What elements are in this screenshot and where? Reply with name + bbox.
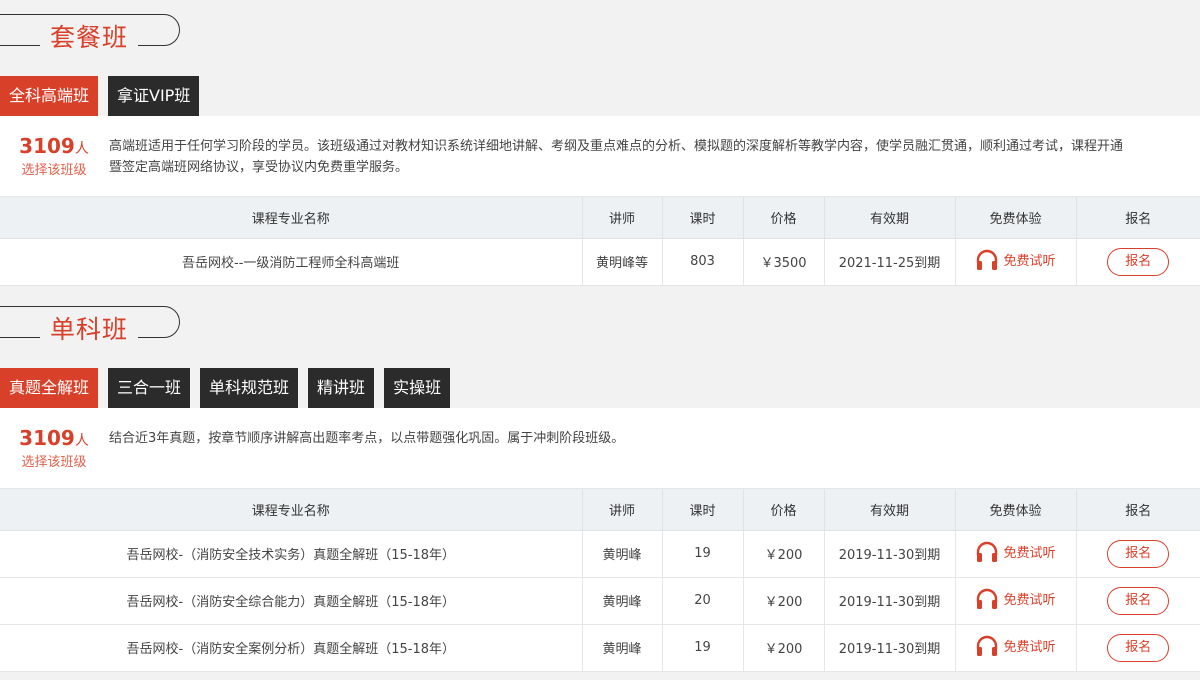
col-header-hours: 课时 [662, 489, 744, 531]
enroll-count-unit: 人 [74, 433, 89, 449]
headphones-icon [977, 635, 998, 656]
col-header-hours: 课时 [662, 197, 744, 239]
class-description: 结合近3年真题，按章节顺序讲解高出题率考点，以点带题强化巩固。属于冲刺阶段班级。 [109, 431, 625, 446]
course-validity: 2019-11-30到期 [824, 577, 956, 625]
course-teacher: 黄明峰等 [582, 238, 663, 286]
course-price: ￥3500 [743, 238, 825, 286]
signup-button[interactable]: 报名 [1107, 586, 1170, 615]
signup-cell: 报名 [1076, 238, 1200, 286]
col-header-teacher: 讲师 [582, 489, 663, 531]
course-name: 吾岳网校-（消防安全案例分析）真题全解班（15-18年） [0, 624, 583, 672]
signup-button[interactable]: 报名 [1107, 633, 1170, 662]
col-header-trial: 免费体验 [955, 489, 1077, 531]
course-validity: 2021-11-25到期 [824, 238, 956, 286]
course-validity: 2019-11-30到期 [824, 624, 956, 672]
class-intro: 3109人 选择该班级 高端班适用于任何学习阶段的学员。该班级通过对教材知识系统… [0, 116, 1200, 197]
table-row: 吾岳网校-（消防安全综合能力）真题全解班（15-18年） 黄明峰 20 ￥200… [0, 577, 1200, 625]
col-header-price: 价格 [743, 197, 825, 239]
signup-button[interactable]: 报名 [1107, 539, 1170, 568]
tab-three-in-one[interactable]: 三合一班 [108, 368, 191, 408]
free-trial-link[interactable]: 免费试听 [975, 249, 1056, 271]
course-price: ￥200 [743, 577, 825, 625]
course-hours: 20 [662, 577, 744, 625]
package-panel: 3109人 选择该班级 高端班适用于任何学习阶段的学员。该班级通过对教材知识系统… [0, 116, 1200, 286]
package-tabs: 全科高端班 拿证VIP班 [0, 76, 209, 116]
course-price: ￥200 [743, 530, 825, 578]
course-name: 吾岳网校-（消防安全技术实务）真题全解班（15-18年） [0, 530, 583, 578]
free-trial-link[interactable]: 免费试听 [975, 588, 1056, 610]
tab-vip[interactable]: 拿证VIP班 [108, 76, 200, 116]
table-row: 吾岳网校-（消防安全技术实务）真题全解班（15-18年） 黄明峰 19 ￥200… [0, 530, 1200, 578]
free-trial-label: 免费试听 [1003, 640, 1056, 655]
trial-cell: 免费试听 [955, 577, 1077, 625]
course-teacher: 黄明峰 [582, 624, 663, 672]
col-header-price: 价格 [743, 489, 825, 531]
course-teacher: 黄明峰 [582, 577, 663, 625]
col-header-teacher: 讲师 [582, 197, 663, 239]
tab-single-standard[interactable]: 单科规范班 [200, 368, 299, 408]
signup-button[interactable]: 报名 [1107, 247, 1170, 276]
section-title: 单科班 [40, 312, 139, 348]
signup-cell: 报名 [1076, 624, 1200, 672]
tab-intensive[interactable]: 精讲班 [308, 368, 375, 408]
trial-cell: 免费试听 [955, 238, 1077, 286]
class-description: 高端班适用于任何学习阶段的学员。该班级通过对教材知识系统详细地讲解、考纲及重点难… [109, 139, 1124, 175]
tab-practical[interactable]: 实操班 [384, 368, 451, 408]
trial-cell: 免费试听 [955, 530, 1077, 578]
tab-exam-analysis[interactable]: 真题全解班 [0, 368, 99, 408]
enroll-count: 3109人 选择该班级 [0, 134, 108, 178]
headphones-icon [977, 541, 998, 562]
course-price: ￥200 [743, 624, 825, 672]
enroll-count: 3109人 选择该班级 [0, 426, 108, 470]
section-header-package: 套餐班 [0, 14, 180, 56]
table-header-row: 课程专业名称 讲师 课时 价格 有效期 免费体验 报名 [0, 197, 1200, 239]
course-hours: 803 [662, 238, 744, 286]
enroll-count-label: 选择该班级 [21, 455, 87, 470]
course-validity: 2019-11-30到期 [824, 530, 956, 578]
trial-cell: 免费试听 [955, 624, 1077, 672]
free-trial-link[interactable]: 免费试听 [975, 541, 1056, 563]
free-trial-label: 免费试听 [1003, 254, 1056, 269]
course-name: 吾岳网校--一级消防工程师全科高端班 [0, 238, 583, 286]
signup-cell: 报名 [1076, 530, 1200, 578]
free-trial-link[interactable]: 免费试听 [975, 635, 1056, 657]
col-header-signup: 报名 [1076, 489, 1200, 531]
single-tabs: 真题全解班 三合一班 单科规范班 精讲班 实操班 [0, 368, 460, 408]
table-row: 吾岳网校--一级消防工程师全科高端班 黄明峰等 803 ￥3500 2021-1… [0, 238, 1200, 286]
table-header-row: 课程专业名称 讲师 课时 价格 有效期 免费体验 报名 [0, 489, 1200, 531]
table-row: 吾岳网校-（消防安全案例分析）真题全解班（15-18年） 黄明峰 19 ￥200… [0, 624, 1200, 672]
enroll-count-number: 3109 [19, 426, 75, 450]
col-header-name: 课程专业名称 [0, 489, 583, 531]
class-intro: 3109人 选择该班级 结合近3年真题，按章节顺序讲解高出题率考点，以点带题强化… [0, 408, 1200, 489]
free-trial-label: 免费试听 [1003, 593, 1056, 608]
section-header-single: 单科班 [0, 306, 180, 348]
course-table: 课程专业名称 讲师 课时 价格 有效期 免费体验 报名 吾岳网校-（消防安全技术… [0, 489, 1200, 672]
enroll-count-unit: 人 [74, 141, 89, 157]
course-table: 课程专业名称 讲师 课时 价格 有效期 免费体验 报名 吾岳网校--一级消防工程… [0, 197, 1200, 286]
signup-cell: 报名 [1076, 577, 1200, 625]
headphones-icon [977, 588, 998, 609]
single-panel: 3109人 选择该班级 结合近3年真题，按章节顺序讲解高出题率考点，以点带题强化… [0, 408, 1200, 672]
course-teacher: 黄明峰 [582, 530, 663, 578]
course-hours: 19 [662, 530, 744, 578]
col-header-trial: 免费体验 [955, 197, 1077, 239]
enroll-count-label: 选择该班级 [21, 163, 87, 178]
col-header-name: 课程专业名称 [0, 197, 583, 239]
course-hours: 19 [662, 624, 744, 672]
tab-full-advanced[interactable]: 全科高端班 [0, 76, 99, 116]
col-header-signup: 报名 [1076, 197, 1200, 239]
col-header-validity: 有效期 [824, 197, 956, 239]
headphones-icon [977, 249, 998, 270]
course-name: 吾岳网校-（消防安全综合能力）真题全解班（15-18年） [0, 577, 583, 625]
section-title: 套餐班 [40, 20, 139, 56]
enroll-count-number: 3109 [19, 134, 75, 158]
col-header-validity: 有效期 [824, 489, 956, 531]
free-trial-label: 免费试听 [1003, 546, 1056, 561]
